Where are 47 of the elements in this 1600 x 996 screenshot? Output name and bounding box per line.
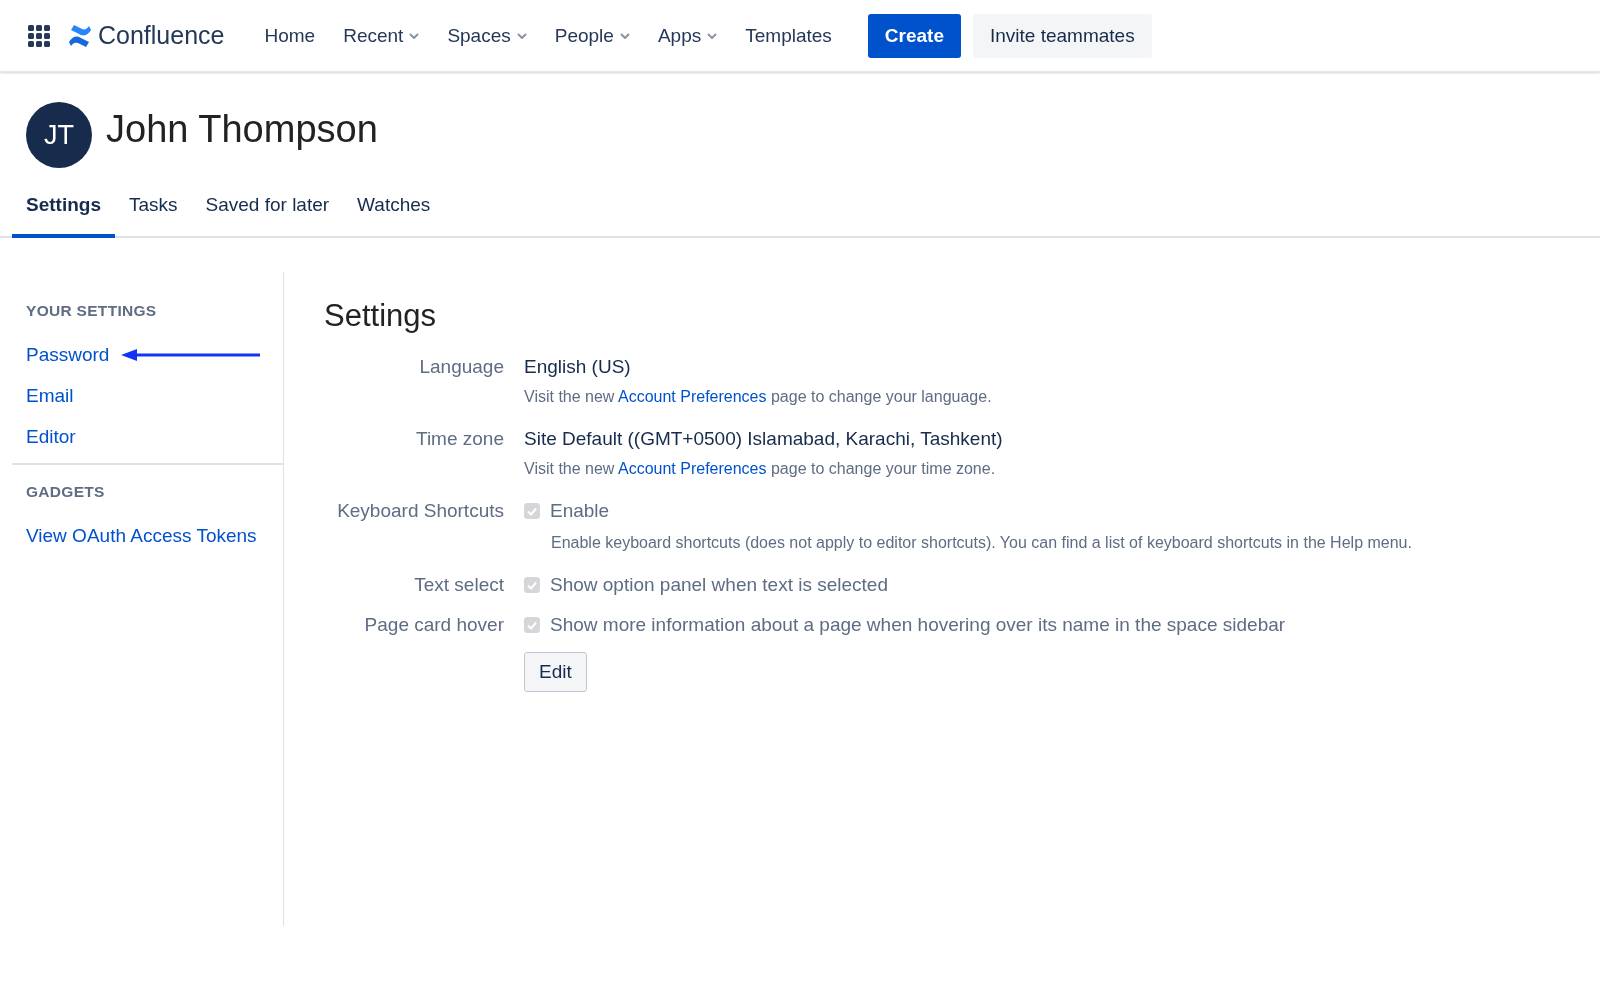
- checkmark-icon: [526, 505, 538, 517]
- setting-note: Visit the new Account Preferences page to change your time zone.: [524, 460, 997, 478]
- sidebar-link[interactable]: Editor: [26, 425, 76, 448]
- profile-name: John Thompson: [106, 107, 378, 151]
- nav-menu-item[interactable]: People: [544, 18, 640, 53]
- nav-menu-item[interactable]: Home: [254, 18, 326, 53]
- chevron-down-icon: [707, 32, 718, 39]
- setting-value: Site Default ((GMT+0500) Islamabad, Karachi, Tashkent): [524, 427, 1004, 451]
- setting-label: Time zone: [415, 427, 504, 451]
- sidebar-link[interactable]: View OAuth Access Tokens: [26, 524, 257, 547]
- app-switcher-icon[interactable]: [28, 24, 50, 47]
- nav-menu-item[interactable]: Spaces: [437, 18, 537, 53]
- confluence-logo-icon[interactable]: [68, 24, 92, 47]
- setting-description: Enable keyboard shortcuts (does not apply to editor shortcuts). You can find a list of keyboard shortcuts in the Help menu.: [551, 534, 1412, 552]
- checkmark-icon: [526, 579, 538, 591]
- nav-menu-item[interactable]: Recent: [333, 18, 430, 53]
- account-preferences-link[interactable]: Account Preferences: [618, 460, 767, 477]
- nav-menu-item[interactable]: Apps: [647, 18, 728, 53]
- account-preferences-link[interactable]: Account Preferences: [618, 388, 767, 405]
- sidebar-link[interactable]: Password: [26, 343, 110, 366]
- setting-label: Keyboard Shortcuts: [336, 499, 504, 523]
- section-title: Settings: [324, 298, 437, 334]
- profile-tab[interactable]: Tasks: [114, 182, 192, 238]
- chevron-down-icon: [516, 32, 527, 39]
- checkbox-label: Show more information about a page when hovering over its name in the space sidebar: [550, 613, 1286, 637]
- setting-label: Page card hover: [363, 613, 504, 637]
- edit-button[interactable]: Edit: [524, 652, 587, 692]
- profile-tab[interactable]: Settings: [12, 182, 115, 238]
- product-name[interactable]: Confluence: [98, 21, 225, 50]
- profile-tab[interactable]: Saved for later: [191, 182, 344, 238]
- checkbox-label: Show option panel when text is selected: [550, 573, 888, 597]
- chevron-down-icon: [619, 32, 630, 39]
- sidebar-heading: GADGETS: [25, 483, 106, 501]
- sidebar-heading: YOUR SETTINGS: [25, 302, 158, 320]
- create-button[interactable]: Create: [867, 13, 961, 58]
- sidebar-link[interactable]: Email: [26, 384, 74, 407]
- chevron-down-icon: [409, 32, 420, 39]
- setting-value: English (US): [524, 355, 632, 379]
- checkmark-icon: [526, 619, 538, 631]
- setting-label: Language: [418, 355, 504, 379]
- user-avatar: JT: [26, 102, 92, 168]
- nav-menu-item[interactable]: Templates: [735, 18, 842, 53]
- profile-tab[interactable]: Watches: [343, 182, 445, 238]
- setting-note: Visit the new Account Preferences page to change your language.: [524, 388, 993, 406]
- setting-label: Text select: [413, 573, 504, 597]
- invite-teammates-button[interactable]: Invite teammates: [973, 13, 1152, 58]
- checkbox-label: Enable: [550, 499, 610, 523]
